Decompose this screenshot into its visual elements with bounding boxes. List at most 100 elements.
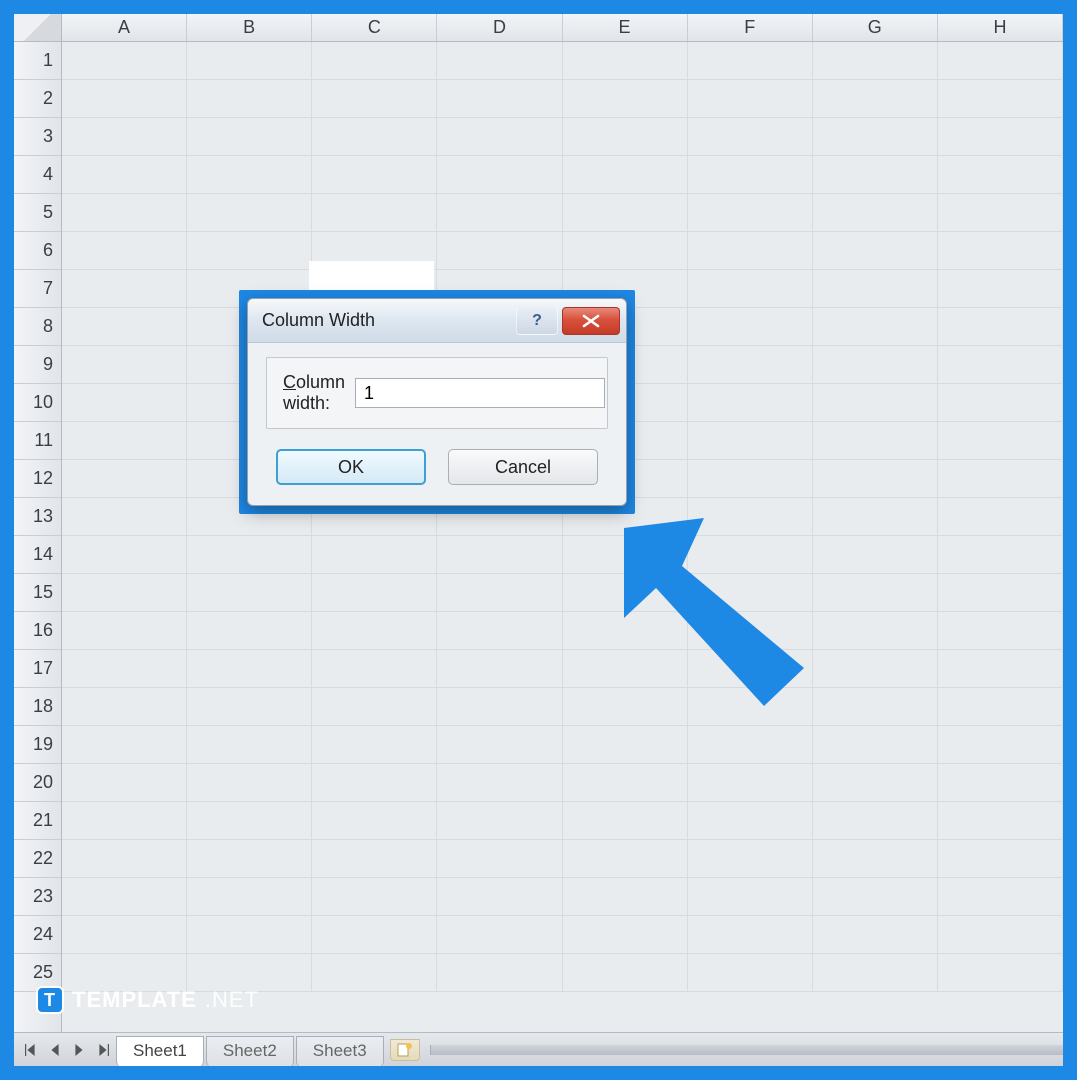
cell[interactable] [813, 80, 938, 118]
cell[interactable] [437, 840, 562, 878]
cell[interactable] [688, 460, 813, 498]
cell[interactable] [938, 232, 1063, 270]
cell[interactable] [187, 574, 312, 612]
cell[interactable] [563, 232, 688, 270]
cell[interactable] [437, 916, 562, 954]
cell[interactable] [938, 536, 1063, 574]
col-header-D[interactable]: D [437, 14, 562, 41]
row-header[interactable]: 6 [14, 232, 61, 270]
cell[interactable] [437, 536, 562, 574]
cell[interactable] [312, 536, 437, 574]
cell[interactable] [187, 232, 312, 270]
cell[interactable] [938, 916, 1063, 954]
tab-nav-last-icon[interactable] [92, 1039, 114, 1061]
cell[interactable] [813, 232, 938, 270]
cell[interactable] [62, 270, 187, 308]
cell[interactable] [437, 688, 562, 726]
cell[interactable] [813, 346, 938, 384]
cell[interactable] [688, 954, 813, 992]
cell[interactable] [312, 42, 437, 80]
ok-button[interactable]: OK [276, 449, 426, 485]
cell[interactable] [813, 726, 938, 764]
row-header[interactable]: 10 [14, 384, 61, 422]
cell[interactable] [563, 878, 688, 916]
sheet-tab-active[interactable]: Sheet1 [116, 1036, 204, 1066]
row-header[interactable]: 12 [14, 460, 61, 498]
row-header[interactable]: 5 [14, 194, 61, 232]
cell[interactable] [813, 840, 938, 878]
cell[interactable] [187, 916, 312, 954]
cell[interactable] [62, 688, 187, 726]
cell[interactable] [688, 308, 813, 346]
cell[interactable] [813, 156, 938, 194]
cell[interactable] [62, 764, 187, 802]
cell[interactable] [563, 916, 688, 954]
cell[interactable] [312, 650, 437, 688]
cell[interactable] [563, 194, 688, 232]
col-header-A[interactable]: A [62, 14, 187, 41]
col-header-B[interactable]: B [187, 14, 312, 41]
cell[interactable] [688, 156, 813, 194]
cell[interactable] [437, 194, 562, 232]
cell[interactable] [938, 422, 1063, 460]
row-header[interactable]: 15 [14, 574, 61, 612]
tab-nav-first-icon[interactable] [20, 1039, 42, 1061]
cell[interactable] [312, 802, 437, 840]
cell[interactable] [688, 118, 813, 156]
cell[interactable] [187, 878, 312, 916]
cell[interactable] [938, 840, 1063, 878]
cell[interactable] [688, 726, 813, 764]
row-header[interactable]: 20 [14, 764, 61, 802]
cell[interactable] [62, 840, 187, 878]
cell[interactable] [312, 954, 437, 992]
row-header[interactable]: 22 [14, 840, 61, 878]
cell[interactable] [437, 42, 562, 80]
row-header[interactable]: 9 [14, 346, 61, 384]
cell[interactable] [187, 156, 312, 194]
cell[interactable] [62, 232, 187, 270]
cell[interactable] [938, 460, 1063, 498]
cell[interactable] [62, 612, 187, 650]
cell[interactable] [62, 156, 187, 194]
cell[interactable] [62, 308, 187, 346]
cell[interactable] [563, 764, 688, 802]
cell[interactable] [938, 156, 1063, 194]
col-header-G[interactable]: G [813, 14, 938, 41]
cell[interactable] [437, 156, 562, 194]
cell[interactable] [187, 118, 312, 156]
cell[interactable] [938, 194, 1063, 232]
cell[interactable] [62, 650, 187, 688]
cell[interactable] [312, 688, 437, 726]
cell[interactable] [187, 650, 312, 688]
cell[interactable] [437, 650, 562, 688]
cell[interactable] [563, 840, 688, 878]
row-header[interactable]: 17 [14, 650, 61, 688]
cell[interactable] [437, 878, 562, 916]
select-all-corner[interactable] [14, 14, 62, 42]
cell[interactable] [938, 612, 1063, 650]
cell[interactable] [312, 764, 437, 802]
cell[interactable] [187, 840, 312, 878]
tab-scroll-divider[interactable] [430, 1045, 1063, 1055]
cell[interactable] [688, 878, 813, 916]
tab-nav-next-icon[interactable] [68, 1039, 90, 1061]
col-header-C[interactable]: C [312, 14, 437, 41]
cell[interactable] [437, 612, 562, 650]
cell[interactable] [62, 194, 187, 232]
row-header[interactable]: 21 [14, 802, 61, 840]
cell[interactable] [62, 346, 187, 384]
row-header[interactable]: 3 [14, 118, 61, 156]
cell[interactable] [437, 954, 562, 992]
cell[interactable] [813, 878, 938, 916]
row-header[interactable]: 11 [14, 422, 61, 460]
cell[interactable] [813, 194, 938, 232]
cell[interactable] [688, 194, 813, 232]
col-header-H[interactable]: H [938, 14, 1063, 41]
row-header[interactable]: 8 [14, 308, 61, 346]
cell[interactable] [938, 688, 1063, 726]
cell[interactable] [813, 954, 938, 992]
cell[interactable] [312, 726, 437, 764]
cell[interactable] [938, 878, 1063, 916]
cell[interactable] [563, 118, 688, 156]
cell[interactable] [312, 916, 437, 954]
